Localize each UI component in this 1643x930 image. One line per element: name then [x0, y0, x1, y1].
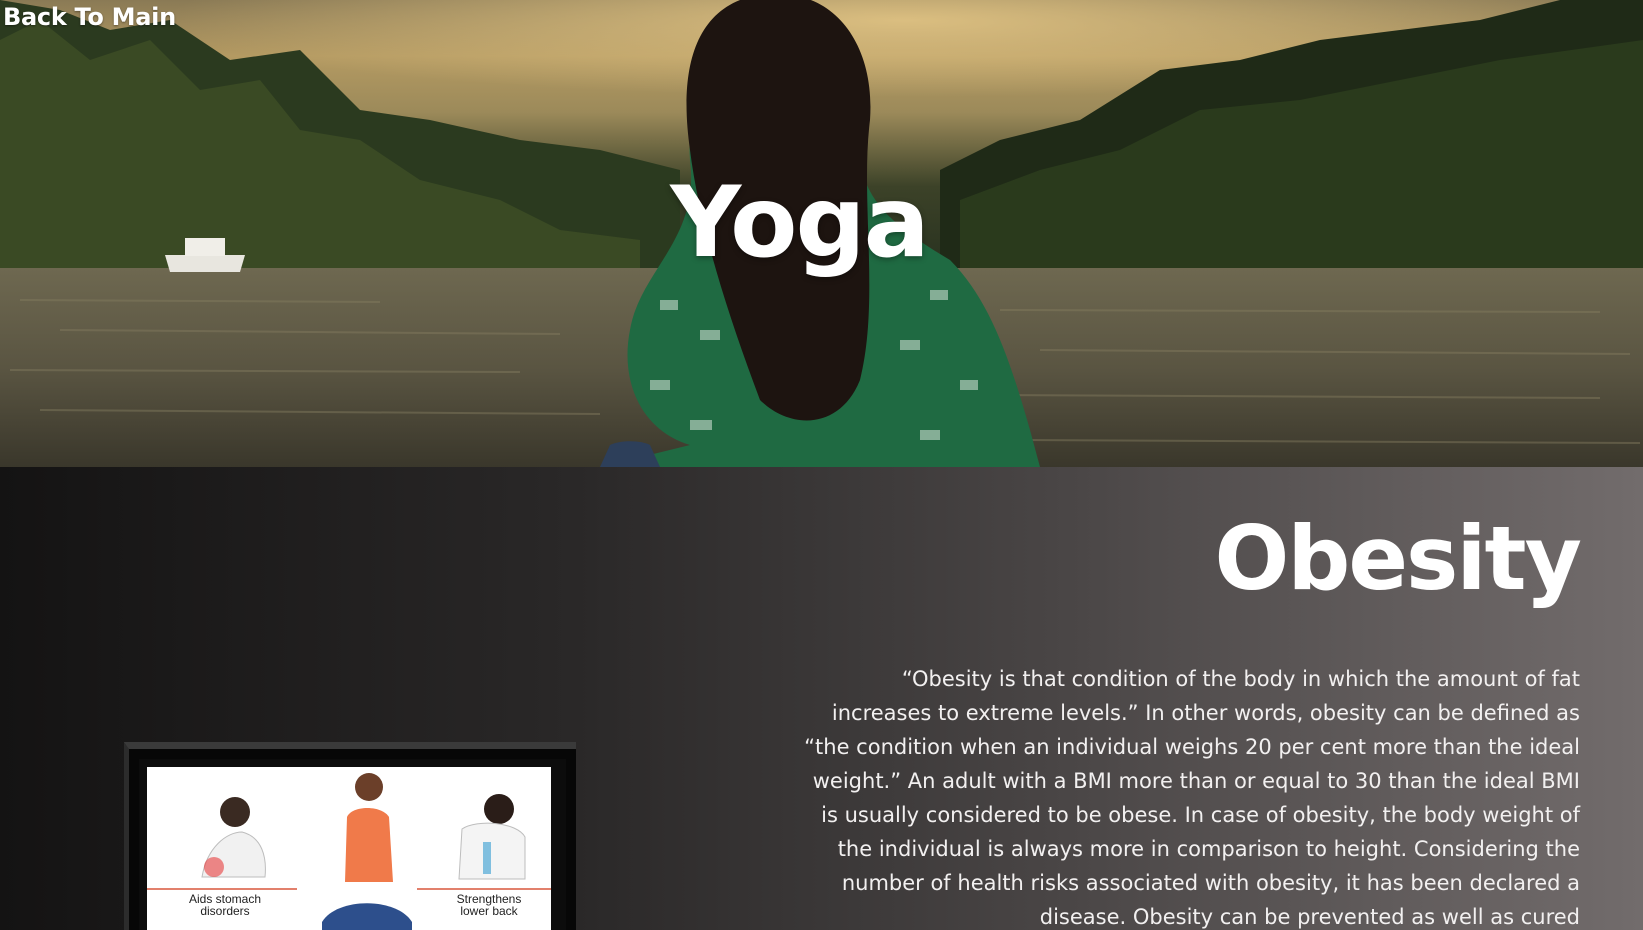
hero-title: Yoga: [670, 166, 930, 280]
section-title: Obesity: [1214, 507, 1582, 610]
hero-banner: Back To Main Yoga: [0, 0, 1643, 467]
yoga-benefits-illustration: Aids stomach disorders Strengthens lower…: [147, 767, 551, 930]
figure-frame: Aids stomach disorders Strengthens lower…: [124, 742, 576, 930]
back-to-main-link[interactable]: Back To Main: [3, 3, 176, 31]
left-figure-label: Aids stomach disorders: [188, 892, 262, 918]
right-figure-label: Strengthens lower back: [456, 892, 522, 918]
section-paragraph: “Obesity is that condition of the body i…: [804, 667, 1580, 929]
obesity-section: Obesity “Obesity is that condition of th…: [0, 467, 1643, 930]
